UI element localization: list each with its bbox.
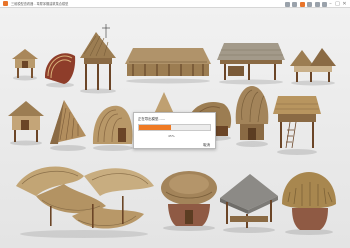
model-spiral-canopy[interactable] (12, 156, 156, 240)
window-title: 三维模型查看器 - 草屋茅棚建筑集合模型 (11, 2, 69, 6)
model-shell-hut[interactable] (42, 48, 78, 88)
app-logo-icon (3, 1, 8, 6)
title-toolbar: – □ ✕ (282, 0, 348, 8)
model-tall-dome-hut[interactable] (232, 84, 272, 148)
export-progress-dialog: 正在导出模型…… 45% 取消 (133, 112, 216, 149)
toolbar-button-2-icon[interactable] (292, 1, 297, 7)
toolbar-button-5-icon[interactable] (314, 1, 320, 7)
progress-percent: 45% (168, 134, 175, 138)
model-open-pavilion[interactable] (216, 40, 286, 85)
toolbar-button-3-icon[interactable] (299, 1, 305, 7)
model-small-hut[interactable] (10, 45, 40, 81)
model-square-hut[interactable] (6, 98, 46, 146)
cancel-button[interactable]: 取消 (203, 142, 210, 147)
model-twin-gable-hut[interactable] (288, 44, 338, 86)
minimize-button[interactable]: – (327, 0, 334, 8)
close-button[interactable]: ✕ (341, 0, 348, 8)
toolbar-button-4-icon[interactable] (307, 1, 312, 7)
progress-fill (139, 125, 171, 130)
model-stilt-house-ladder[interactable] (272, 92, 322, 156)
model-pyramid-roof-hut[interactable] (218, 172, 280, 234)
model-long-house[interactable] (123, 44, 213, 84)
model-a-frame-hut[interactable] (46, 96, 90, 152)
viewport-canvas[interactable]: 正在导出模型…… 45% 取消 (0, 8, 350, 248)
dialog-title: 正在导出模型…… (138, 117, 166, 121)
toolbar-button-1-icon[interactable] (284, 1, 290, 7)
title-bar: 三维模型查看器 - 草屋茅棚建筑集合模型 – □ ✕ (0, 0, 350, 8)
progress-bar (138, 124, 211, 131)
model-barrel-hut[interactable] (90, 100, 136, 152)
maximize-button[interactable]: □ (334, 0, 341, 8)
model-shaggy-roof-hut[interactable] (280, 170, 338, 236)
model-hut-on-stilts[interactable] (76, 24, 120, 94)
model-round-thatch-hut[interactable] (158, 166, 220, 232)
